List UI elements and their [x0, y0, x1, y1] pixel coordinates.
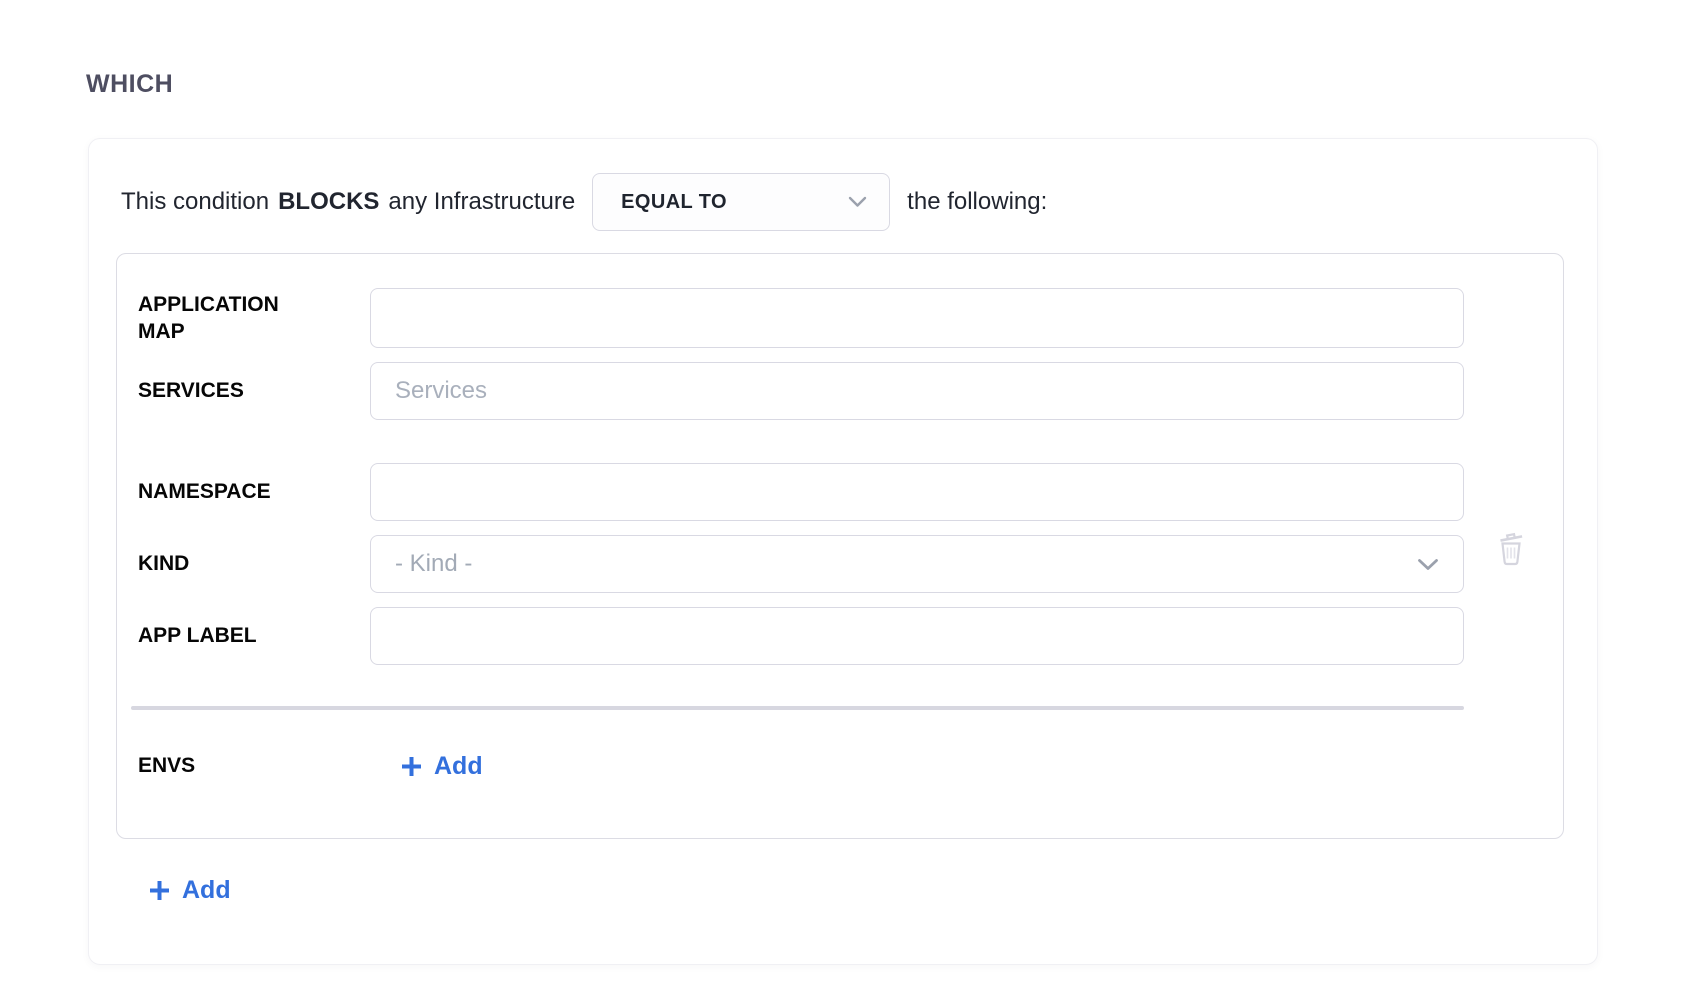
namespace-label: NAMESPACE: [138, 478, 370, 505]
app-label-label: APP LABEL: [138, 622, 370, 649]
chevron-down-icon: [848, 196, 867, 208]
plus-icon: [400, 755, 423, 778]
namespace-input[interactable]: [370, 463, 1464, 521]
envs-label: ENVS: [138, 752, 370, 779]
section-divider: [131, 706, 1464, 710]
kind-select-placeholder: - Kind -: [395, 550, 472, 578]
delete-condition-row-button[interactable]: [1491, 526, 1531, 570]
add-condition-button[interactable]: Add: [148, 876, 231, 905]
condition-text-start: This condition: [121, 188, 269, 216]
operator-select-value: EQUAL TO: [621, 191, 727, 214]
kind-label: KIND: [138, 550, 370, 577]
kind-row: KIND - Kind -: [138, 535, 1464, 593]
condition-text-end: the following:: [907, 188, 1047, 216]
add-env-button[interactable]: Add: [400, 752, 483, 781]
application-map-row: APPLICATION MAP: [138, 288, 1464, 348]
application-map-label: APPLICATION MAP: [138, 291, 370, 346]
services-row: SERVICES: [138, 362, 1464, 420]
condition-text-middle: any Infrastructure: [388, 188, 575, 216]
operator-select[interactable]: EQUAL TO: [592, 173, 890, 231]
kind-select[interactable]: - Kind -: [370, 535, 1464, 593]
application-map-input[interactable]: [370, 288, 1464, 348]
infrastructure-fields-panel: APPLICATION MAP SERVICES NAMESPACE KIND …: [116, 253, 1564, 839]
condition-effect-text: BLOCKS: [278, 188, 379, 216]
namespace-row: NAMESPACE: [138, 463, 1464, 521]
page-title: WHICH: [86, 70, 173, 99]
services-label: SERVICES: [138, 377, 370, 404]
trash-icon: [1492, 556, 1530, 571]
condition-card: This condition BLOCKS any Infrastructure…: [88, 138, 1598, 965]
chevron-down-icon: [1417, 558, 1439, 571]
add-condition-button-label: Add: [182, 876, 231, 905]
add-env-button-label: Add: [434, 752, 483, 781]
plus-icon: [148, 879, 171, 902]
condition-sentence: This condition BLOCKS any Infrastructure…: [121, 173, 1564, 231]
app-label-row: APP LABEL: [138, 607, 1464, 665]
services-input[interactable]: [370, 362, 1464, 420]
app-label-input[interactable]: [370, 607, 1464, 665]
envs-row: ENVS Add: [138, 750, 1464, 782]
